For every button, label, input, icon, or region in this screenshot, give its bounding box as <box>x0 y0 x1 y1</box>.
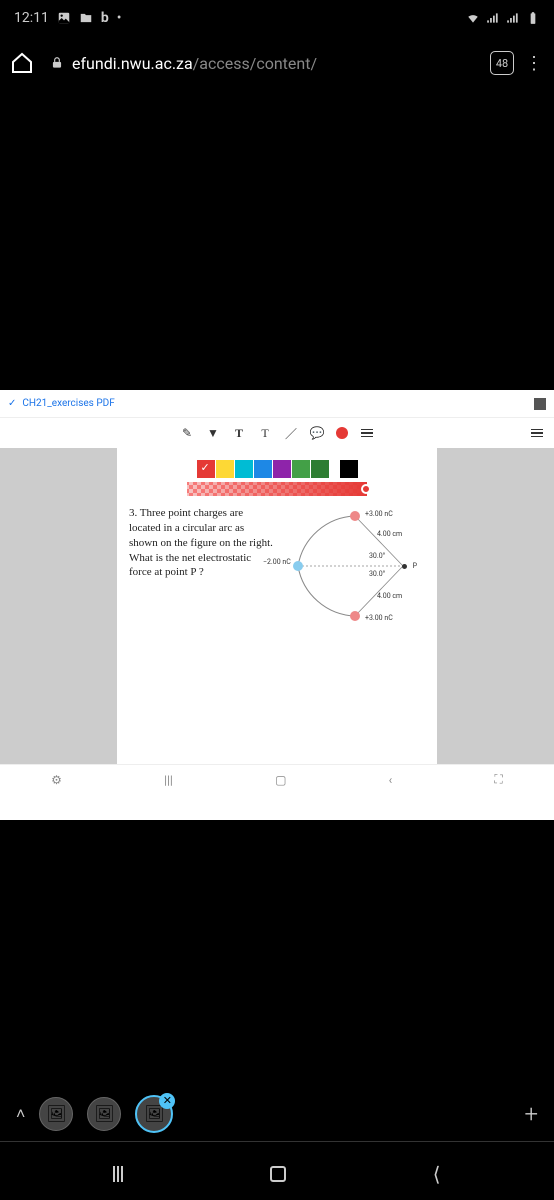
tab-count: 48 <box>496 57 508 70</box>
pdf-nav-back[interactable]: ‹ <box>389 773 393 787</box>
nav-recent-button[interactable] <box>113 1166 123 1182</box>
pdf-toolbar: ✎ ▼ T T ／ 💬 <box>0 418 554 448</box>
pdf-viewer: ✓ CH21_exercises PDF ✎ ▼ T T ／ 💬 <box>0 390 554 820</box>
browser-bar: efundi.nwu.ac.za/access/content/ 48 ⋮ <box>0 36 554 90</box>
slider-handle[interactable] <box>361 484 371 494</box>
check-icon: ✓ <box>8 398 16 409</box>
question-text: 3. Three point charges are located in a … <box>129 506 275 626</box>
status-bar: 12:11 b • <box>0 0 554 36</box>
new-tab-button[interactable]: + <box>524 1100 538 1128</box>
charge-top <box>350 511 360 521</box>
eraser-tool-icon[interactable]: ／ <box>284 426 298 440</box>
tab-thumb-1[interactable]: 🖼 <box>39 1097 73 1131</box>
pdf-bottom-nav: ⚙ ||| ▢ ‹ ⛶ <box>0 764 554 794</box>
wifi-icon <box>466 11 480 25</box>
charge-bottom <box>350 611 360 621</box>
close-tab-icon[interactable]: ✕ <box>159 1093 175 1109</box>
document-area[interactable]: 3. Three point charges are located in a … <box>0 448 554 764</box>
point-p <box>402 564 407 569</box>
page-icon: 🖼 <box>46 1104 66 1123</box>
label-angle-bottom: 30.0° <box>369 570 385 578</box>
color-palette <box>129 460 425 478</box>
download-icon[interactable] <box>534 398 546 410</box>
swatch-magenta[interactable] <box>273 460 291 478</box>
opacity-slider[interactable] <box>187 482 367 496</box>
more-menu-icon[interactable]: ⋮ <box>524 53 544 74</box>
pdf-filename: CH21_exercises PDF <box>22 398 114 409</box>
page-icon: 🖼 <box>94 1104 114 1123</box>
swatch-red[interactable] <box>197 460 215 478</box>
chevron-up-icon[interactable]: ˄ <box>16 1104 25 1124</box>
swatch-darkgreen[interactable] <box>311 460 329 478</box>
folder-icon <box>79 11 93 25</box>
nav-home-button[interactable] <box>270 1166 286 1182</box>
tab-thumb-active[interactable]: 🖼 ✕ <box>135 1095 173 1133</box>
pdf-nav-expand-icon[interactable]: ⛶ <box>494 772 502 787</box>
menu-icon[interactable] <box>360 426 374 440</box>
label-charge-left: −2.00 nC <box>263 558 291 566</box>
document-page: 3. Three point charges are located in a … <box>117 448 437 764</box>
tab-thumbnail-row: ˄ 🖼 🖼 🖼 ✕ + <box>0 1086 554 1142</box>
swatch-cyan[interactable] <box>235 460 253 478</box>
label-radius-bottom: 4.00 cm <box>377 592 402 600</box>
status-dot: • <box>117 10 122 26</box>
signal-icon <box>486 11 500 25</box>
swatch-green[interactable] <box>292 460 310 478</box>
label-radius-top: 4.00 cm <box>377 530 402 538</box>
url-bar[interactable]: efundi.nwu.ac.za/access/content/ <box>44 54 480 73</box>
list-icon[interactable] <box>530 426 544 440</box>
physics-figure: +3.00 nC −2.00 nC +3.00 nC 4.00 cm 4.00 … <box>285 506 425 626</box>
charge-left <box>293 561 303 571</box>
url-host: efundi.nwu.ac.za <box>72 54 193 73</box>
android-nav-bar: ⟨ <box>0 1148 554 1200</box>
label-angle-top: 30.0° <box>369 552 385 560</box>
comment-tool-icon[interactable]: 💬 <box>310 426 324 440</box>
color-indicator[interactable] <box>336 427 348 439</box>
pdf-nav-home[interactable]: ▢ <box>275 773 286 787</box>
label-point-p: P <box>413 562 417 570</box>
label-charge-bottom: +3.00 nC <box>365 614 393 622</box>
pen-tool-icon[interactable]: ✎ <box>180 426 194 440</box>
swatch-black[interactable] <box>340 460 358 478</box>
home-icon[interactable] <box>10 51 34 75</box>
swatch-blue[interactable] <box>254 460 272 478</box>
pdf-header: ✓ CH21_exercises PDF <box>0 390 554 418</box>
tab-count-badge[interactable]: 48 <box>490 51 514 75</box>
text-tool-2[interactable]: T <box>258 426 272 440</box>
text-tool-1[interactable]: T <box>232 426 246 440</box>
url-path: /access/content/ <box>193 54 317 73</box>
status-left: 12:11 b • <box>14 10 121 26</box>
main-view: ✓ CH21_exercises PDF ✎ ▼ T T ／ 💬 <box>0 90 554 1090</box>
status-app-letter: b <box>101 10 109 26</box>
nav-back-button[interactable]: ⟨ <box>433 1162 441 1186</box>
status-right <box>466 11 540 25</box>
question-block: 3. Three point charges are located in a … <box>129 506 425 626</box>
status-time: 12:11 <box>14 10 49 26</box>
swatch-yellow[interactable] <box>216 460 234 478</box>
label-charge-top: +3.00 nC <box>365 510 393 518</box>
pdf-nav-recent[interactable]: ||| <box>164 773 173 787</box>
lock-icon <box>50 56 64 70</box>
tab-thumb-2[interactable]: 🖼 <box>87 1097 121 1131</box>
image-icon <box>57 11 71 25</box>
highlighter-tool-icon[interactable]: ▼ <box>206 426 220 440</box>
signal-icon-2 <box>506 11 520 25</box>
pdf-nav-settings-icon[interactable]: ⚙ <box>51 773 62 787</box>
battery-icon <box>526 11 540 25</box>
